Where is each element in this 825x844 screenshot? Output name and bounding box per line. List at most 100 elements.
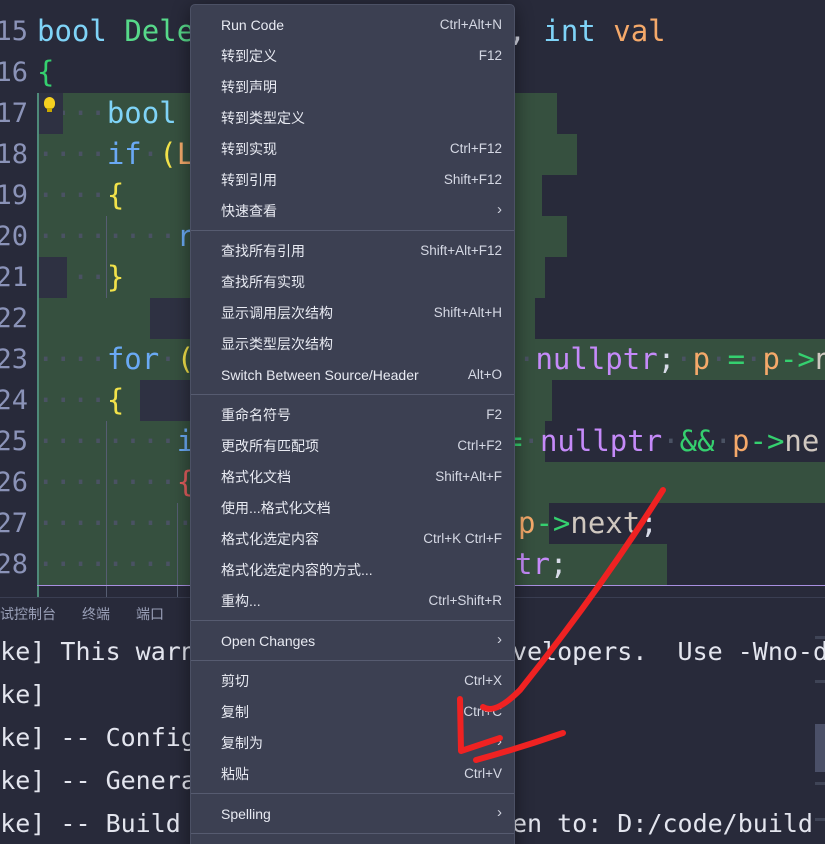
menu-item-label: 查找所有引用 xyxy=(221,242,305,259)
menu-item[interactable]: 转到实现 Ctrl+F12 xyxy=(191,133,514,164)
chevron-right-icon: › xyxy=(497,733,502,750)
menu-item-label: Open Changes xyxy=(221,632,316,649)
chevron-right-icon: › xyxy=(497,631,502,648)
chevron-right-icon: › xyxy=(497,201,502,218)
code-token: · xyxy=(710,342,728,376)
menu-item[interactable]: 查找所有引用 Shift+Alt+F12 xyxy=(191,235,514,266)
scroll-marker xyxy=(815,818,825,821)
menu-item[interactable]: 书签› xyxy=(191,838,514,844)
line-number: 19 xyxy=(0,180,28,211)
menu-item[interactable]: Spelling › xyxy=(191,798,514,829)
menu-item-label: 剪切 xyxy=(221,672,249,689)
menu-item[interactable]: 重命名符号 F2 xyxy=(191,399,514,430)
menu-item-label: 转到类型定义 xyxy=(221,109,305,126)
code-line-fragment[interactable]: tr; xyxy=(515,544,825,585)
menu-item-label: 复制 xyxy=(221,703,249,720)
code-line-fragment[interactable]: · nullptr; · p · = · p -> n xyxy=(518,339,825,380)
code-token: { xyxy=(37,55,55,89)
code-token: -> xyxy=(779,342,815,376)
menu-item[interactable]: 显示调用层次结构 Shift+Alt+H xyxy=(191,297,514,328)
panel-tab[interactable]: 端口 xyxy=(136,598,164,631)
output-scrollbar[interactable] xyxy=(815,632,825,844)
code-line-fragment[interactable]: =·nullptr·&&·p->ne xyxy=(505,421,825,462)
code-token: nullptr xyxy=(535,342,658,376)
menu-item-shortcut: Shift+Alt+H xyxy=(433,305,502,320)
menu-item[interactable]: 转到类型定义 xyxy=(191,102,514,133)
menu-separator xyxy=(191,230,514,231)
code-token: p xyxy=(692,342,711,376)
line-number: 22 xyxy=(0,303,28,334)
menu-item-shortcut: Ctrl+V xyxy=(464,766,502,781)
panel-tab[interactable]: 调试控制台 xyxy=(0,598,56,631)
menu-separator xyxy=(191,660,514,661)
menu-item-shortcut: F12 xyxy=(478,48,502,63)
menu-item-label: Run Code xyxy=(221,16,285,33)
code-token: · xyxy=(745,342,763,376)
code-token: · xyxy=(518,342,536,376)
menu-item[interactable]: 显示类型层次结构 xyxy=(191,328,514,359)
code-token: bool xyxy=(106,96,195,130)
code-token: ne xyxy=(784,424,820,458)
editor-gap xyxy=(37,257,67,298)
code-token: ···· xyxy=(37,137,107,171)
menu-item[interactable]: 重构... Ctrl+Shift+R xyxy=(191,585,514,616)
menu-item[interactable]: 剪切 Ctrl+X xyxy=(191,665,514,696)
code-token: val xyxy=(613,14,666,48)
menu-item[interactable]: Switch Between Source/Header Alt+O xyxy=(191,359,514,390)
output-line: [cmake] xyxy=(0,680,46,709)
menu-item[interactable]: 转到声明 xyxy=(191,71,514,102)
scrollbar-thumb[interactable] xyxy=(815,724,825,772)
menu-item-shortcut: Ctrl+Alt+N xyxy=(439,17,502,32)
code-token: ; xyxy=(640,506,658,540)
code-token: · xyxy=(522,424,540,458)
menu-item[interactable]: 复制为 › xyxy=(191,727,514,758)
folding-indicator xyxy=(37,93,39,597)
code-token: { xyxy=(106,383,125,417)
menu-item[interactable]: 格式化文档 Shift+Alt+F xyxy=(191,461,514,492)
code-token: · xyxy=(675,342,693,376)
code-token: ( xyxy=(159,137,177,171)
menu-item[interactable]: 更改所有匹配项 Ctrl+F2 xyxy=(191,430,514,461)
line-number: 21 xyxy=(0,262,28,293)
menu-item-label: 转到实现 xyxy=(221,140,277,157)
menu-item[interactable]: 粘贴 Ctrl+V xyxy=(191,758,514,789)
code-token: bool xyxy=(37,14,125,48)
menu-item[interactable]: 使用...格式化文档 xyxy=(191,492,514,523)
menu-item[interactable]: 复制 Ctrl+C xyxy=(191,696,514,727)
menu-item[interactable]: 格式化选定内容的方式... xyxy=(191,554,514,585)
code-token: -> xyxy=(749,424,785,458)
menu-item[interactable]: Run Code Ctrl+Alt+N xyxy=(191,9,514,40)
code-token: p xyxy=(762,342,780,376)
menu-item-label: 快速查看 xyxy=(221,202,277,219)
editor-context-menu[interactable]: Run Code Ctrl+Alt+N 转到定义 F12 转到声明转到类型定义 转到实现 C… xyxy=(190,4,515,844)
indent-guide xyxy=(177,503,178,597)
line-number: 20 xyxy=(0,221,28,252)
panel-tab[interactable]: 终端 xyxy=(82,598,110,631)
vscode-window: 15bool DeleteList(ListNode *L, int val16… xyxy=(0,0,825,844)
scroll-marker xyxy=(815,782,825,785)
menu-item-shortcut: Ctrl+F12 xyxy=(449,141,502,156)
menu-item-label: 显示调用层次结构 xyxy=(221,304,333,321)
code-token: tr xyxy=(515,547,550,581)
menu-item[interactable]: Open Changes › xyxy=(191,625,514,656)
menu-separator xyxy=(191,793,514,794)
indent-guide xyxy=(106,216,107,298)
menu-item-label: 格式化选定内容 xyxy=(221,530,319,547)
line-number: 15 xyxy=(0,16,28,47)
menu-item[interactable]: 格式化选定内容 Ctrl+K Ctrl+F xyxy=(191,523,514,554)
menu-item-label: 重构... xyxy=(221,592,261,609)
panel-tab-strip[interactable]: 调试控制台终端端口输出 xyxy=(0,598,218,631)
menu-item[interactable]: 快速查看 › xyxy=(191,195,514,226)
menu-item[interactable]: 转到定义 F12 xyxy=(191,40,514,71)
menu-item[interactable]: 查找所有实现 xyxy=(191,266,514,297)
menu-separator xyxy=(191,620,514,621)
menu-item-shortcut: Ctrl+K Ctrl+F xyxy=(423,531,502,546)
code-line-fragment[interactable]: p -> next; xyxy=(518,503,825,544)
line-number: 24 xyxy=(0,385,28,416)
lightbulb-quickfix-icon[interactable] xyxy=(41,96,61,120)
code-token: ···· xyxy=(37,383,107,417)
menu-item-shortcut: Ctrl+Shift+R xyxy=(428,593,502,608)
code-token: ···· xyxy=(37,342,107,376)
code-token: && xyxy=(679,424,715,458)
menu-item[interactable]: 转到引用 Shift+F12 xyxy=(191,164,514,195)
